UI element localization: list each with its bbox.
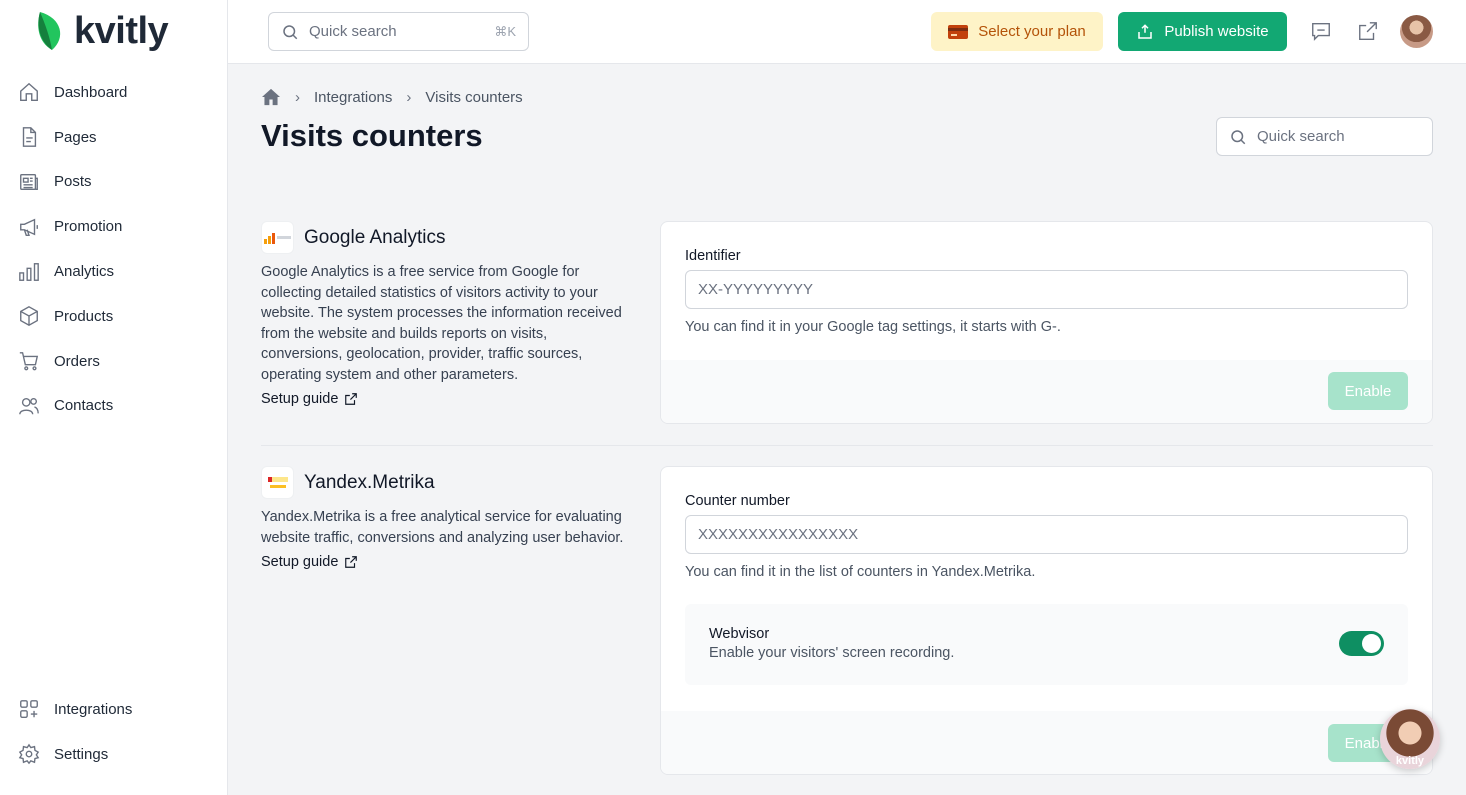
google-card-footer: Enable (661, 360, 1432, 423)
publish-icon (1138, 23, 1153, 39)
yandex-metrika-logo-icon (267, 476, 288, 488)
section-divider (261, 445, 1433, 446)
google-analytics-card: Identifier You can find it in your Googl… (660, 221, 1433, 424)
sidebar-item-settings[interactable]: Settings (0, 732, 227, 777)
google-analytics-logo (261, 221, 294, 254)
page-icon (22, 127, 37, 148)
breadcrumb-current: Visits counters (425, 88, 523, 106)
box-icon (20, 306, 38, 327)
megaphone-icon (20, 218, 38, 236)
search-shortcut: ⌘K (494, 23, 516, 39)
sidebar-item-dashboard[interactable]: Dashboard (0, 70, 227, 115)
external-link-icon (345, 393, 358, 405)
home-icon (20, 83, 38, 102)
setup-guide-label: Setup guide (261, 554, 339, 570)
publish-website-button[interactable]: Publish website (1118, 12, 1287, 51)
yandex-metrika-logo (261, 466, 294, 499)
sidebar-item-label: Settings (54, 745, 109, 763)
counter-number-label: Counter number (685, 493, 790, 509)
yandex-setup-guide-link[interactable]: Setup guide (261, 554, 631, 570)
search-icon (1231, 129, 1246, 144)
top-search-input[interactable]: Quick search ⌘K (268, 12, 529, 51)
cart-icon (19, 352, 39, 371)
sidebar: kvitly Dashboard Pages Posts Promotion A… (0, 0, 228, 795)
topbar: Quick search ⌘K Select your plan Publish… (228, 0, 1466, 64)
google-enable-button[interactable]: Enable (1328, 372, 1408, 410)
yandex-metrika-title: Yandex.Metrika (304, 471, 435, 493)
yandex-metrika-info: Yandex.Metrika Yandex.Metrika is a free … (261, 466, 631, 570)
bar-chart-icon (19, 262, 39, 281)
external-link-icon (1359, 22, 1377, 40)
chevron-right-icon: › (406, 88, 412, 106)
gear-icon (18, 743, 40, 765)
google-analytics-info: Google Analytics Google Analytics is a f… (261, 221, 631, 407)
sidebar-item-pages[interactable]: Pages (0, 115, 227, 160)
open-site-button[interactable] (1355, 18, 1381, 44)
sidebar-bottom-nav: Integrations Settings (0, 687, 227, 777)
sidebar-item-analytics[interactable]: Analytics (0, 249, 227, 294)
counter-number-input[interactable] (685, 515, 1408, 554)
sidebar-item-label: Promotion (54, 218, 123, 236)
page-search-input[interactable]: Quick search (1216, 117, 1433, 156)
user-avatar[interactable] (1400, 15, 1433, 48)
chat-button[interactable] (1308, 18, 1334, 44)
logo-text: kvitly (74, 10, 169, 52)
leaf-logo-icon (38, 12, 61, 50)
identifier-input[interactable] (685, 270, 1408, 309)
page-title: Visits counters (261, 118, 483, 153)
sidebar-item-products[interactable]: Products (0, 294, 227, 339)
breadcrumb-integrations[interactable]: Integrations (314, 89, 392, 106)
breadcrumb: › Integrations › Visits counters (261, 88, 523, 106)
sidebar-item-label: Pages (54, 128, 97, 146)
posts-icon (20, 173, 38, 191)
select-plan-button[interactable]: Select your plan (931, 12, 1103, 51)
sidebar-item-contacts[interactable]: Contacts (0, 384, 227, 429)
chevron-right-icon: › (295, 88, 300, 106)
search-placeholder: Quick search (309, 23, 397, 40)
google-analytics-title: Google Analytics (304, 226, 446, 248)
credit-card-icon (948, 24, 969, 39)
identifier-label: Identifier (685, 248, 741, 264)
publish-website-label: Publish website (1164, 23, 1269, 40)
sidebar-item-integrations[interactable]: Integrations (0, 687, 227, 732)
sidebar-item-label: Contacts (54, 397, 114, 415)
sidebar-item-label: Products (54, 307, 114, 325)
counter-number-hint: You can find it in the list of counters … (685, 564, 1036, 580)
webvisor-panel: Webvisor Enable your visitors' screen re… (685, 604, 1408, 685)
sidebar-item-label: Integrations (54, 700, 133, 718)
yandex-metrika-description: Yandex.Metrika is a free analytical serv… (261, 509, 624, 546)
sidebar-item-label: Dashboard (54, 83, 128, 101)
google-analytics-description: Google Analytics is a free service from … (261, 264, 622, 383)
sidebar-item-orders[interactable]: Orders (0, 339, 227, 384)
identifier-hint: You can find it in your Google tag setti… (685, 319, 1061, 335)
webvisor-description: Enable your visitors' screen recording. (709, 645, 955, 661)
setup-guide-label: Setup guide (261, 391, 339, 407)
sidebar-item-promotion[interactable]: Promotion (0, 204, 227, 249)
sidebar-item-label: Posts (54, 173, 92, 191)
sidebar-item-label: Orders (54, 352, 100, 370)
external-link-icon (345, 556, 358, 568)
google-analytics-logo-icon (263, 232, 291, 244)
yandex-metrika-card: Counter number You can find it in the li… (660, 466, 1433, 775)
integrations-icon (20, 700, 38, 719)
support-chat-avatar[interactable]: kvitly (1380, 709, 1440, 769)
sidebar-nav: Dashboard Pages Posts Promotion Analytic… (0, 70, 227, 428)
logo[interactable]: kvitly (36, 10, 169, 52)
yandex-card-footer: Enable (661, 711, 1432, 774)
message-icon (1312, 22, 1330, 41)
support-chat-label: kvitly (1395, 755, 1425, 767)
users-icon (19, 397, 39, 415)
sidebar-item-label: Analytics (54, 263, 115, 281)
sidebar-item-posts[interactable]: Posts (0, 160, 227, 205)
webvisor-title: Webvisor (709, 626, 770, 642)
select-plan-label: Select your plan (978, 23, 1086, 40)
search-placeholder: Quick search (1257, 128, 1345, 145)
google-setup-guide-link[interactable]: Setup guide (261, 391, 631, 407)
webvisor-toggle[interactable] (1339, 631, 1384, 656)
search-icon (283, 24, 298, 39)
home-icon[interactable] (261, 88, 281, 106)
